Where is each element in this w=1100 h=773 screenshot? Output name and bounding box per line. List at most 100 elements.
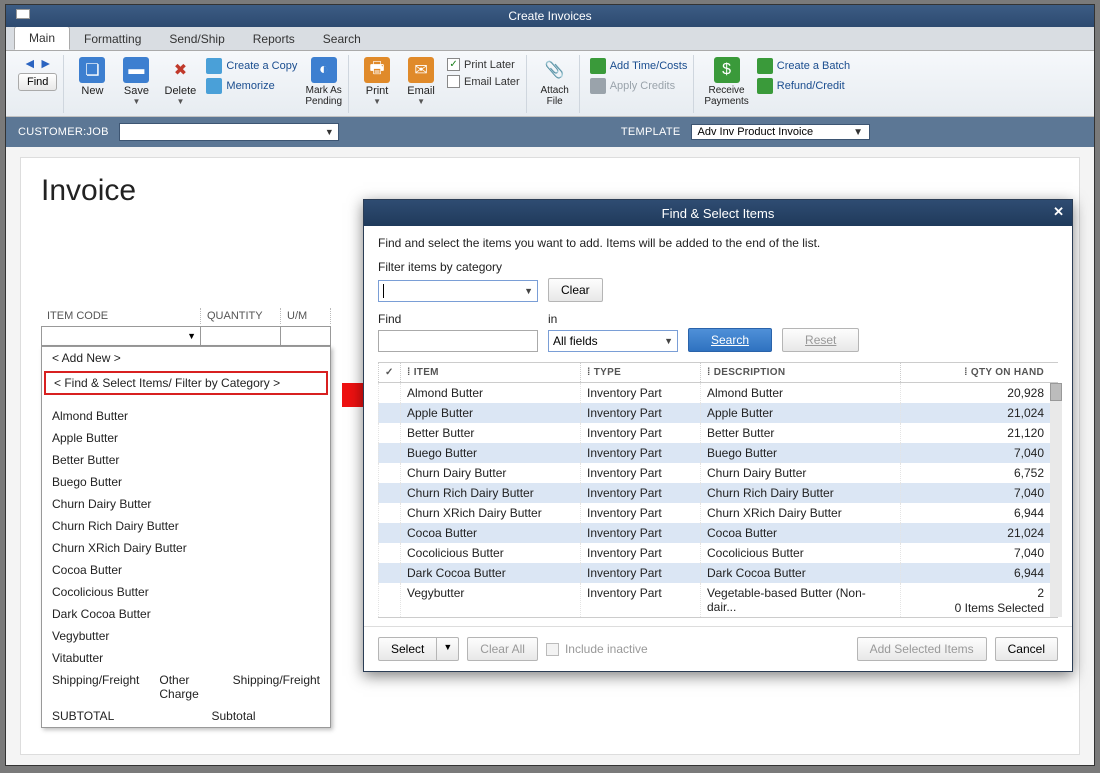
dropdown-item[interactable]: Cocolicious Butter bbox=[42, 581, 330, 603]
email-button[interactable]: ✉Email▼ bbox=[403, 55, 439, 106]
receive-payments-button[interactable]: $Receive Payments bbox=[704, 55, 748, 107]
text-cursor bbox=[383, 284, 384, 298]
payments-icon: $ bbox=[714, 57, 740, 83]
col-description[interactable]: DESCRIPTION bbox=[714, 367, 786, 378]
dropdown-item[interactable]: Buego Butter bbox=[42, 471, 330, 493]
filter-category-combo[interactable]: ▼ bbox=[378, 280, 538, 302]
save-button[interactable]: ▬Save▼ bbox=[118, 55, 154, 106]
apply-credits-button[interactable]: Apply Credits bbox=[590, 78, 688, 94]
in-label: in bbox=[548, 312, 678, 326]
dropdown-item[interactable]: Dark Cocoa Butter bbox=[42, 603, 330, 625]
table-row[interactable]: Cocoa ButterInventory PartCocoa Butter21… bbox=[378, 523, 1050, 543]
dropdown-item[interactable]: Shipping/Freight Other Charge Shipping/F… bbox=[42, 669, 330, 705]
dropdown-item[interactable]: Churn XRich Dairy Butter bbox=[42, 537, 330, 559]
dropdown-item[interactable]: Almond Butter bbox=[42, 405, 330, 427]
table-row[interactable]: Buego ButterInventory PartBuego Butter7,… bbox=[378, 443, 1050, 463]
memorize-icon bbox=[206, 78, 222, 94]
reset-button[interactable]: Reset bbox=[782, 328, 859, 352]
email-later-checkbox[interactable]: Email Later bbox=[447, 75, 520, 88]
print-later-checkbox[interactable]: ✓Print Later bbox=[447, 58, 520, 71]
chevron-down-icon: ▼ bbox=[853, 127, 863, 138]
cancel-button[interactable]: Cancel bbox=[995, 637, 1058, 661]
dropdown-item[interactable]: Apple Butter bbox=[42, 427, 330, 449]
pending-icon: ◐ bbox=[311, 57, 337, 83]
scrollbar[interactable] bbox=[1050, 383, 1062, 617]
title-bar[interactable]: Create Invoices bbox=[6, 5, 1094, 27]
print-button[interactable]: 🖶Print▼ bbox=[359, 55, 395, 106]
col-check[interactable]: ✓ bbox=[378, 363, 400, 382]
chevron-down-icon: ▼ bbox=[524, 286, 533, 296]
item-dropdown-list: < Add New > < Find & Select Items/ Filte… bbox=[41, 346, 331, 728]
table-row[interactable]: Apple ButterInventory PartApple Butter21… bbox=[378, 403, 1050, 423]
col-qty-on-hand[interactable]: QTY ON HAND bbox=[971, 367, 1044, 378]
item-code-combo[interactable]: ▼ bbox=[41, 326, 201, 346]
table-row[interactable]: VegybutterInventory PartVegetable-based … bbox=[378, 583, 1050, 617]
dropdown-item-find-select[interactable]: < Find & Select Items/ Filter by Categor… bbox=[44, 371, 328, 395]
include-inactive-checkbox[interactable]: Include inactive bbox=[546, 642, 648, 656]
print-icon: 🖶 bbox=[364, 57, 390, 83]
window-control-icon[interactable] bbox=[16, 9, 30, 19]
checkbox-icon bbox=[546, 643, 559, 656]
chevron-down-icon[interactable]: ▼ bbox=[437, 637, 459, 661]
memorize-button[interactable]: Memorize bbox=[206, 78, 297, 94]
delete-button[interactable]: ✖Delete▼ bbox=[162, 55, 198, 106]
refund-credit-button[interactable]: Refund/Credit bbox=[757, 78, 850, 94]
col-type[interactable]: TYPE bbox=[594, 367, 621, 378]
table-row[interactable]: Churn XRich Dairy ButterInventory PartCh… bbox=[378, 503, 1050, 523]
chevron-down-icon: ▼ bbox=[187, 331, 196, 341]
col-item[interactable]: ITEM bbox=[414, 367, 439, 378]
items-selected-count: 0 Items Selected bbox=[955, 601, 1044, 615]
select-split-button[interactable]: Select ▼ bbox=[378, 637, 459, 661]
dropdown-item[interactable]: Churn Dairy Butter bbox=[42, 493, 330, 515]
dropdown-item[interactable]: Churn Rich Dairy Butter bbox=[42, 515, 330, 537]
chevron-down-icon: ▼ bbox=[176, 97, 184, 106]
chevron-down-icon: ▼ bbox=[132, 97, 140, 106]
next-icon[interactable]: ► bbox=[39, 55, 53, 71]
table-row[interactable]: Dark Cocoa ButterInventory PartDark Coco… bbox=[378, 563, 1050, 583]
prev-icon[interactable]: ◄ bbox=[23, 55, 37, 71]
tab-main[interactable]: Main bbox=[14, 26, 70, 50]
quantity-field[interactable] bbox=[201, 326, 281, 346]
add-time-costs-button[interactable]: Add Time/Costs bbox=[590, 58, 688, 74]
tab-search[interactable]: Search bbox=[309, 28, 375, 50]
scroll-thumb[interactable] bbox=[1050, 383, 1062, 401]
chevron-down-icon: ▼ bbox=[325, 127, 334, 137]
find-input[interactable] bbox=[378, 330, 538, 352]
delete-icon: ✖ bbox=[167, 57, 193, 83]
create-copy-button[interactable]: Create a Copy bbox=[206, 58, 297, 74]
tab-send-ship[interactable]: Send/Ship bbox=[155, 28, 238, 50]
table-row[interactable]: Almond ButterInventory PartAlmond Butter… bbox=[378, 383, 1050, 403]
tab-formatting[interactable]: Formatting bbox=[70, 28, 155, 50]
dropdown-item[interactable]: SUBTOTAL Subtotal bbox=[42, 705, 330, 727]
dropdown-item[interactable]: Vitabutter bbox=[42, 647, 330, 669]
template-combo[interactable]: Adv Inv Product Invoice▼ bbox=[691, 124, 870, 140]
nav-arrows[interactable]: ◄► bbox=[23, 55, 53, 71]
clear-all-button[interactable]: Clear All bbox=[467, 637, 538, 661]
table-row[interactable]: Cocolicious ButterInventory PartCocolici… bbox=[378, 543, 1050, 563]
table-row[interactable]: Better ButterInventory PartBetter Butter… bbox=[378, 423, 1050, 443]
add-selected-items-button[interactable]: Add Selected Items bbox=[857, 637, 987, 661]
um-field[interactable] bbox=[281, 326, 331, 346]
save-icon: ▬ bbox=[123, 57, 149, 83]
tab-reports[interactable]: Reports bbox=[239, 28, 309, 50]
in-field-combo[interactable]: All fields▼ bbox=[548, 330, 678, 352]
customer-job-bar: CUSTOMER:JOB ▼ TEMPLATE Adv Inv Product … bbox=[6, 117, 1094, 147]
table-row[interactable]: Churn Dairy ButterInventory PartChurn Da… bbox=[378, 463, 1050, 483]
close-icon[interactable]: ✕ bbox=[1053, 204, 1064, 220]
attach-file-button[interactable]: 📎Attach File bbox=[537, 55, 573, 107]
create-batch-button[interactable]: Create a Batch bbox=[757, 58, 850, 74]
find-button[interactable]: Find bbox=[18, 73, 57, 91]
dialog-titlebar[interactable]: Find & Select Items ✕ bbox=[364, 200, 1072, 226]
dropdown-item[interactable]: Cocoa Butter bbox=[42, 559, 330, 581]
customer-job-combo[interactable]: ▼ bbox=[119, 123, 339, 141]
dropdown-item-add-new[interactable]: < Add New > bbox=[42, 347, 330, 369]
mark-pending-button[interactable]: ◐Mark As Pending bbox=[305, 55, 342, 107]
dropdown-item[interactable]: Vegybutter bbox=[42, 625, 330, 647]
clear-button[interactable]: Clear bbox=[548, 278, 603, 302]
dropdown-item[interactable]: Better Butter bbox=[42, 449, 330, 471]
copy-icon bbox=[206, 58, 222, 74]
time-icon bbox=[590, 58, 606, 74]
table-row[interactable]: Churn Rich Dairy ButterInventory PartChu… bbox=[378, 483, 1050, 503]
search-button[interactable]: Search bbox=[688, 328, 772, 352]
new-button[interactable]: ❏New bbox=[74, 55, 110, 97]
